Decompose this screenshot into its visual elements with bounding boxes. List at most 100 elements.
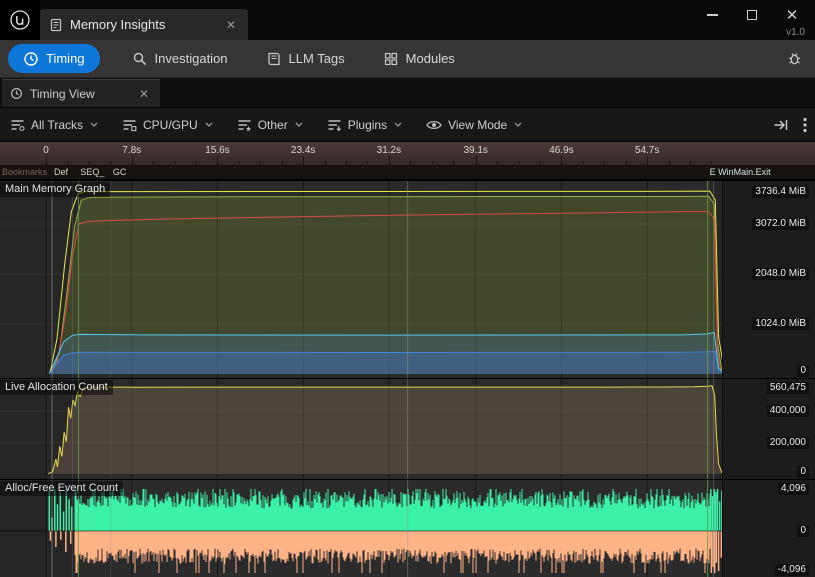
other-filter-icon xyxy=(237,118,252,132)
ruler-minor-tick xyxy=(110,161,111,165)
filter-other[interactable]: Other xyxy=(237,118,303,132)
report-icon xyxy=(49,18,63,32)
track-filter-icon xyxy=(10,118,25,132)
track-title: Alloc/Free Event Count xyxy=(0,481,123,496)
close-button[interactable]: ✕ xyxy=(777,4,807,26)
ruler-tick-label: 54.7s xyxy=(635,145,659,156)
y-axis-label: 3736.4 MiB xyxy=(752,186,809,198)
filter-all-tracks[interactable]: All Tracks xyxy=(10,118,98,132)
time-ruler[interactable]: 0 7.8s 15.6s 23.4s 31.2s 39.1s 46.9s 54.7s xyxy=(0,142,815,166)
ruler-tick-label: 7.8s xyxy=(122,145,141,156)
ruler-tick xyxy=(647,156,648,165)
ruler-minor-tick xyxy=(626,161,627,165)
scroll-to-end-icon[interactable] xyxy=(773,118,789,132)
view-mode-label: View Mode xyxy=(448,118,507,132)
time-markers-row[interactable]: Bookmarks DefSEQ_GCE WinMain.Exit xyxy=(0,166,815,180)
kebab-menu-icon[interactable] xyxy=(803,117,807,133)
ruler-minor-tick xyxy=(153,161,154,165)
ruler-minor-tick xyxy=(175,161,176,165)
time-marker-label: E WinMain.Exit xyxy=(710,167,771,177)
main-memory-graph-axis: 3736.4 MiB3072.0 MiB2048.0 MiB1024.0 MiB… xyxy=(722,181,815,378)
book-icon xyxy=(266,51,282,67)
clock-icon xyxy=(10,87,23,100)
app-tab-label: Memory Insights xyxy=(70,17,216,32)
track-title: Main Memory Graph xyxy=(0,182,110,197)
graph-tracks: 3736.4 MiB3072.0 MiB2048.0 MiB1024.0 MiB… xyxy=(0,180,815,577)
clock-icon xyxy=(23,51,39,67)
ruler-minor-tick xyxy=(497,161,498,165)
y-axis-label: 1024.0 MiB xyxy=(752,318,809,330)
y-axis-label: -4,096 xyxy=(775,564,809,576)
memory-insights-window: Memory Insights ✕ ✕ v1.0 Timing Investig… xyxy=(0,0,815,577)
tab-llm-tags[interactable]: LLM Tags xyxy=(260,44,351,73)
investigation-icon xyxy=(132,51,148,67)
eye-icon xyxy=(426,119,442,131)
y-axis-label: 400,000 xyxy=(767,405,809,417)
bug-icon[interactable] xyxy=(786,50,803,67)
ruler-tick-label: 15.6s xyxy=(205,145,229,156)
doc-tab-close-icon[interactable]: ✕ xyxy=(136,87,152,101)
cpu-gpu-filter-icon xyxy=(122,118,137,132)
ruler-minor-tick xyxy=(346,161,347,165)
tab-investigation[interactable]: Investigation xyxy=(126,44,234,73)
ruler-minor-tick xyxy=(410,161,411,165)
ruler-tick xyxy=(46,156,47,165)
ruler-minor-tick xyxy=(453,161,454,165)
doc-tab-timing-view[interactable]: Timing View ✕ xyxy=(2,79,160,107)
ruler-minor-tick xyxy=(89,161,90,165)
ruler-minor-tick xyxy=(239,161,240,165)
ruler-minor-tick xyxy=(540,161,541,165)
chevron-down-icon xyxy=(205,122,213,127)
ruler-minor-tick xyxy=(690,161,691,165)
version-label: v1.0 xyxy=(786,27,805,38)
tab-investigation-label: Investigation xyxy=(155,51,228,66)
minimize-button[interactable] xyxy=(697,4,727,26)
filter-all-tracks-label: All Tracks xyxy=(31,118,83,132)
ruler-tick-label: 23.4s xyxy=(291,145,315,156)
ruler-tick xyxy=(217,156,218,165)
track-live-allocation-count: 560,475400,000200,0000 Live Allocation C… xyxy=(0,378,815,479)
tab-timing[interactable]: Timing xyxy=(8,44,100,73)
ruler-minor-tick xyxy=(604,161,605,165)
ruler-minor-tick xyxy=(432,161,433,165)
doc-tab-row: Timing View ✕ xyxy=(0,78,815,108)
filter-plugins-label: Plugins xyxy=(348,118,387,132)
main-toolbar: Timing Investigation LLM Tags Modules xyxy=(0,40,815,78)
time-marker-label: Def xyxy=(54,167,68,177)
main-memory-graph-plot[interactable] xyxy=(0,181,722,378)
bookmarks-label: Bookmarks xyxy=(2,167,47,177)
ruler-tick-label: 31.2s xyxy=(377,145,401,156)
chevron-down-icon xyxy=(90,122,98,127)
tab-llm-tags-label: LLM Tags xyxy=(289,51,345,66)
filter-cpu-gpu[interactable]: CPU/GPU xyxy=(122,118,213,132)
ruler-minor-tick xyxy=(583,161,584,165)
unreal-engine-logo[interactable] xyxy=(0,0,40,40)
alloc-free-event-count-axis: 4,0960-4,096 xyxy=(722,480,815,577)
doc-tab-label: Timing View xyxy=(30,87,129,101)
plugins-filter-icon xyxy=(327,118,342,132)
track-title: Live Allocation Count xyxy=(0,380,113,395)
filter-other-label: Other xyxy=(258,118,288,132)
live-allocation-count-axis: 560,475400,000200,0000 xyxy=(722,379,815,479)
tab-timing-label: Timing xyxy=(46,51,85,66)
ruler-tick-label: 0 xyxy=(43,145,49,156)
app-tab-close-icon[interactable]: ✕ xyxy=(223,18,239,32)
filter-plugins[interactable]: Plugins xyxy=(327,118,402,132)
ruler-minor-tick xyxy=(282,161,283,165)
tab-modules[interactable]: Modules xyxy=(377,44,461,73)
time-marker-label: GC xyxy=(113,167,127,177)
app-tab-memory-insights[interactable]: Memory Insights ✕ xyxy=(40,9,248,40)
ruler-minor-tick xyxy=(367,161,368,165)
ruler-tick-label: 46.9s xyxy=(549,145,573,156)
ruler-tick xyxy=(132,156,133,165)
y-axis-label: 0 xyxy=(797,466,809,478)
title-bar: Memory Insights ✕ ✕ v1.0 xyxy=(0,0,815,40)
filter-cpu-gpu-label: CPU/GPU xyxy=(143,118,198,132)
ruler-tick xyxy=(561,156,562,165)
ruler-tick-label: 39.1s xyxy=(463,145,487,156)
y-axis-label: 2048.0 MiB xyxy=(752,268,809,280)
view-mode-menu[interactable]: View Mode xyxy=(426,118,522,132)
maximize-button[interactable] xyxy=(737,4,767,26)
ruler-minor-tick xyxy=(519,161,520,165)
ruler-tick xyxy=(389,156,390,165)
